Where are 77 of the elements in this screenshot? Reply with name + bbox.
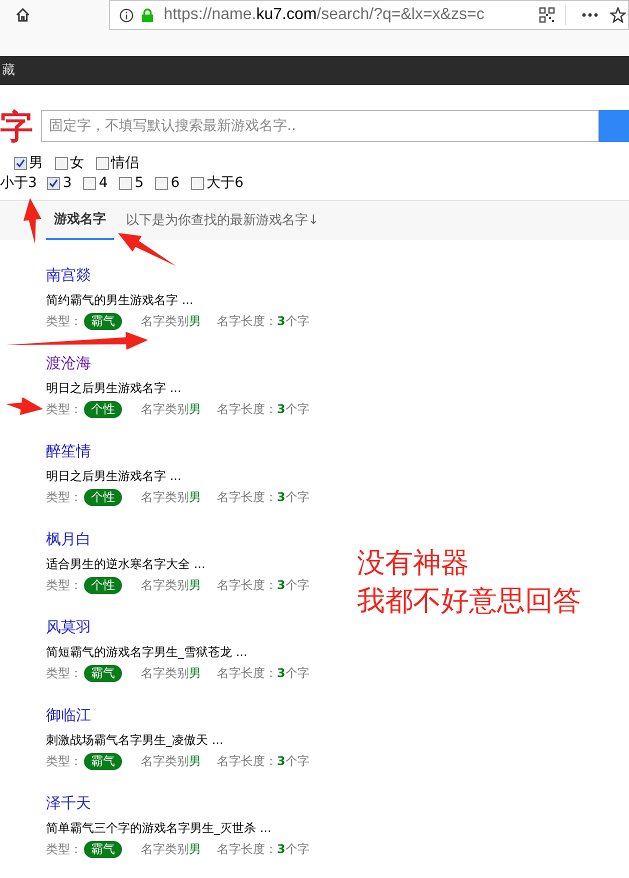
length-text: 名字长度：3个字 xyxy=(217,401,310,418)
result-description: 明日之后男生游戏名字 ... xyxy=(46,468,182,484)
arrow xyxy=(6,397,43,415)
type-label: 类型： xyxy=(46,841,82,858)
checkbox[interactable] xyxy=(154,177,168,190)
checkbox[interactable] xyxy=(14,156,27,170)
star-icon[interactable] xyxy=(610,7,626,23)
checkbox[interactable] xyxy=(55,156,68,170)
category-text: 名字类别男 xyxy=(141,665,201,682)
checkbox[interactable] xyxy=(118,177,132,190)
url-text[interactable]: https://name.ku7.com/search/?q=&lx=x&zs=c xyxy=(164,3,484,27)
result-title-link[interactable]: 醉笙情 xyxy=(46,440,91,462)
category-text: 名字类别男 xyxy=(141,577,201,594)
result-title-link[interactable]: 枫月白 xyxy=(46,528,91,550)
arrow xyxy=(118,233,176,266)
type-tag: 霸气 xyxy=(84,664,122,682)
result-description: 明日之后男生游戏名字 ... xyxy=(46,380,182,396)
type-label: 类型： xyxy=(46,577,82,594)
checkbox-label[interactable]: 3 xyxy=(62,173,72,194)
home-icon[interactable] xyxy=(15,7,31,23)
type-label: 类型： xyxy=(46,489,82,506)
annotation-text: 没有神器 xyxy=(357,545,469,581)
length-text: 名字长度：3个字 xyxy=(217,489,310,506)
type-tag: 个性 xyxy=(84,400,122,418)
result-title-link[interactable]: 渡沧海 xyxy=(46,352,91,374)
checkbox[interactable] xyxy=(96,156,109,170)
type-label: 类型： xyxy=(46,401,82,418)
result-description: 简短霸气的游戏名字男生_雪狱苍龙 ... xyxy=(46,644,248,660)
checkbox-label[interactable]: 情侣 xyxy=(111,152,139,174)
result-description: 简单霸气三个字的游戏名字男生_灭世杀 ... xyxy=(46,820,272,836)
length-text: 名字长度：3个字 xyxy=(217,577,310,594)
checkbox[interactable] xyxy=(46,177,60,190)
category-text: 名字类别男 xyxy=(141,489,201,506)
result-title-link[interactable]: 御临江 xyxy=(46,704,91,726)
length-text: 名字长度：3个字 xyxy=(217,753,310,770)
tab[interactable]: 游戏名字 xyxy=(46,202,114,240)
checkbox-label[interactable]: 男 xyxy=(29,152,43,174)
type-tag: 霸气 xyxy=(84,752,122,770)
type-tag: 霸气 xyxy=(84,312,122,330)
arrow xyxy=(23,198,42,244)
category-text: 名字类别男 xyxy=(141,401,201,418)
tab-note: 以下是为你查找的最新游戏名字↓ xyxy=(126,212,319,230)
checkbox-label[interactable]: 5 xyxy=(134,173,144,194)
checkbox-label[interactable]: 女 xyxy=(70,152,84,174)
search-field[interactable]: 固定字，不填写默认搜索最新游戏名字.. xyxy=(41,110,600,142)
qr-code-icon[interactable] xyxy=(539,7,555,23)
result-title-link[interactable]: 风莫羽 xyxy=(46,616,91,638)
length-text: 名字长度：3个字 xyxy=(217,841,310,858)
checkbox-label[interactable]: 4 xyxy=(98,173,108,194)
checkbox[interactable] xyxy=(82,177,96,190)
type-tag: 霸气 xyxy=(84,840,122,858)
checkbox-label[interactable]: 6 xyxy=(170,173,180,194)
type-label: 类型： xyxy=(46,665,82,682)
info-icon[interactable] xyxy=(118,8,134,22)
more-icon[interactable] xyxy=(582,13,598,17)
type-tag: 个性 xyxy=(84,488,122,506)
type-tag: 个性 xyxy=(84,576,122,594)
lock-icon xyxy=(140,8,154,22)
length-text: 名字长度：3个字 xyxy=(217,313,310,330)
result-title-link[interactable]: 南宫燚 xyxy=(46,264,91,286)
type-label: 类型： xyxy=(46,753,82,770)
site-title: 字 xyxy=(0,110,33,142)
result-description: 简约霸气的男生游戏名字 ... xyxy=(46,292,194,308)
filter-label: 小于3 xyxy=(0,174,37,193)
type-label: 类型： xyxy=(46,313,82,330)
result-description: 适合男生的逆水寒名字大全 ... xyxy=(46,556,206,572)
length-text: 名字长度：3个字 xyxy=(217,665,310,682)
address-bar[interactable]: https://name.ku7.com/search/?q=&lx=x&zs=c xyxy=(108,0,629,30)
category-text: 名字类别男 xyxy=(141,313,201,330)
category-text: 名字类别男 xyxy=(141,753,201,770)
annotation-text: 我都不好意思回答 xyxy=(357,583,581,619)
checkbox[interactable] xyxy=(190,177,204,190)
checkbox-label[interactable]: 大于6 xyxy=(206,173,244,194)
category-text: 名字类别男 xyxy=(141,841,201,858)
nav-link[interactable]: 藏 xyxy=(2,60,15,80)
result-title-link[interactable]: 泽千天 xyxy=(46,792,91,814)
result-description: 刺激战场霸气名字男生_凌傲天 ... xyxy=(46,732,224,748)
